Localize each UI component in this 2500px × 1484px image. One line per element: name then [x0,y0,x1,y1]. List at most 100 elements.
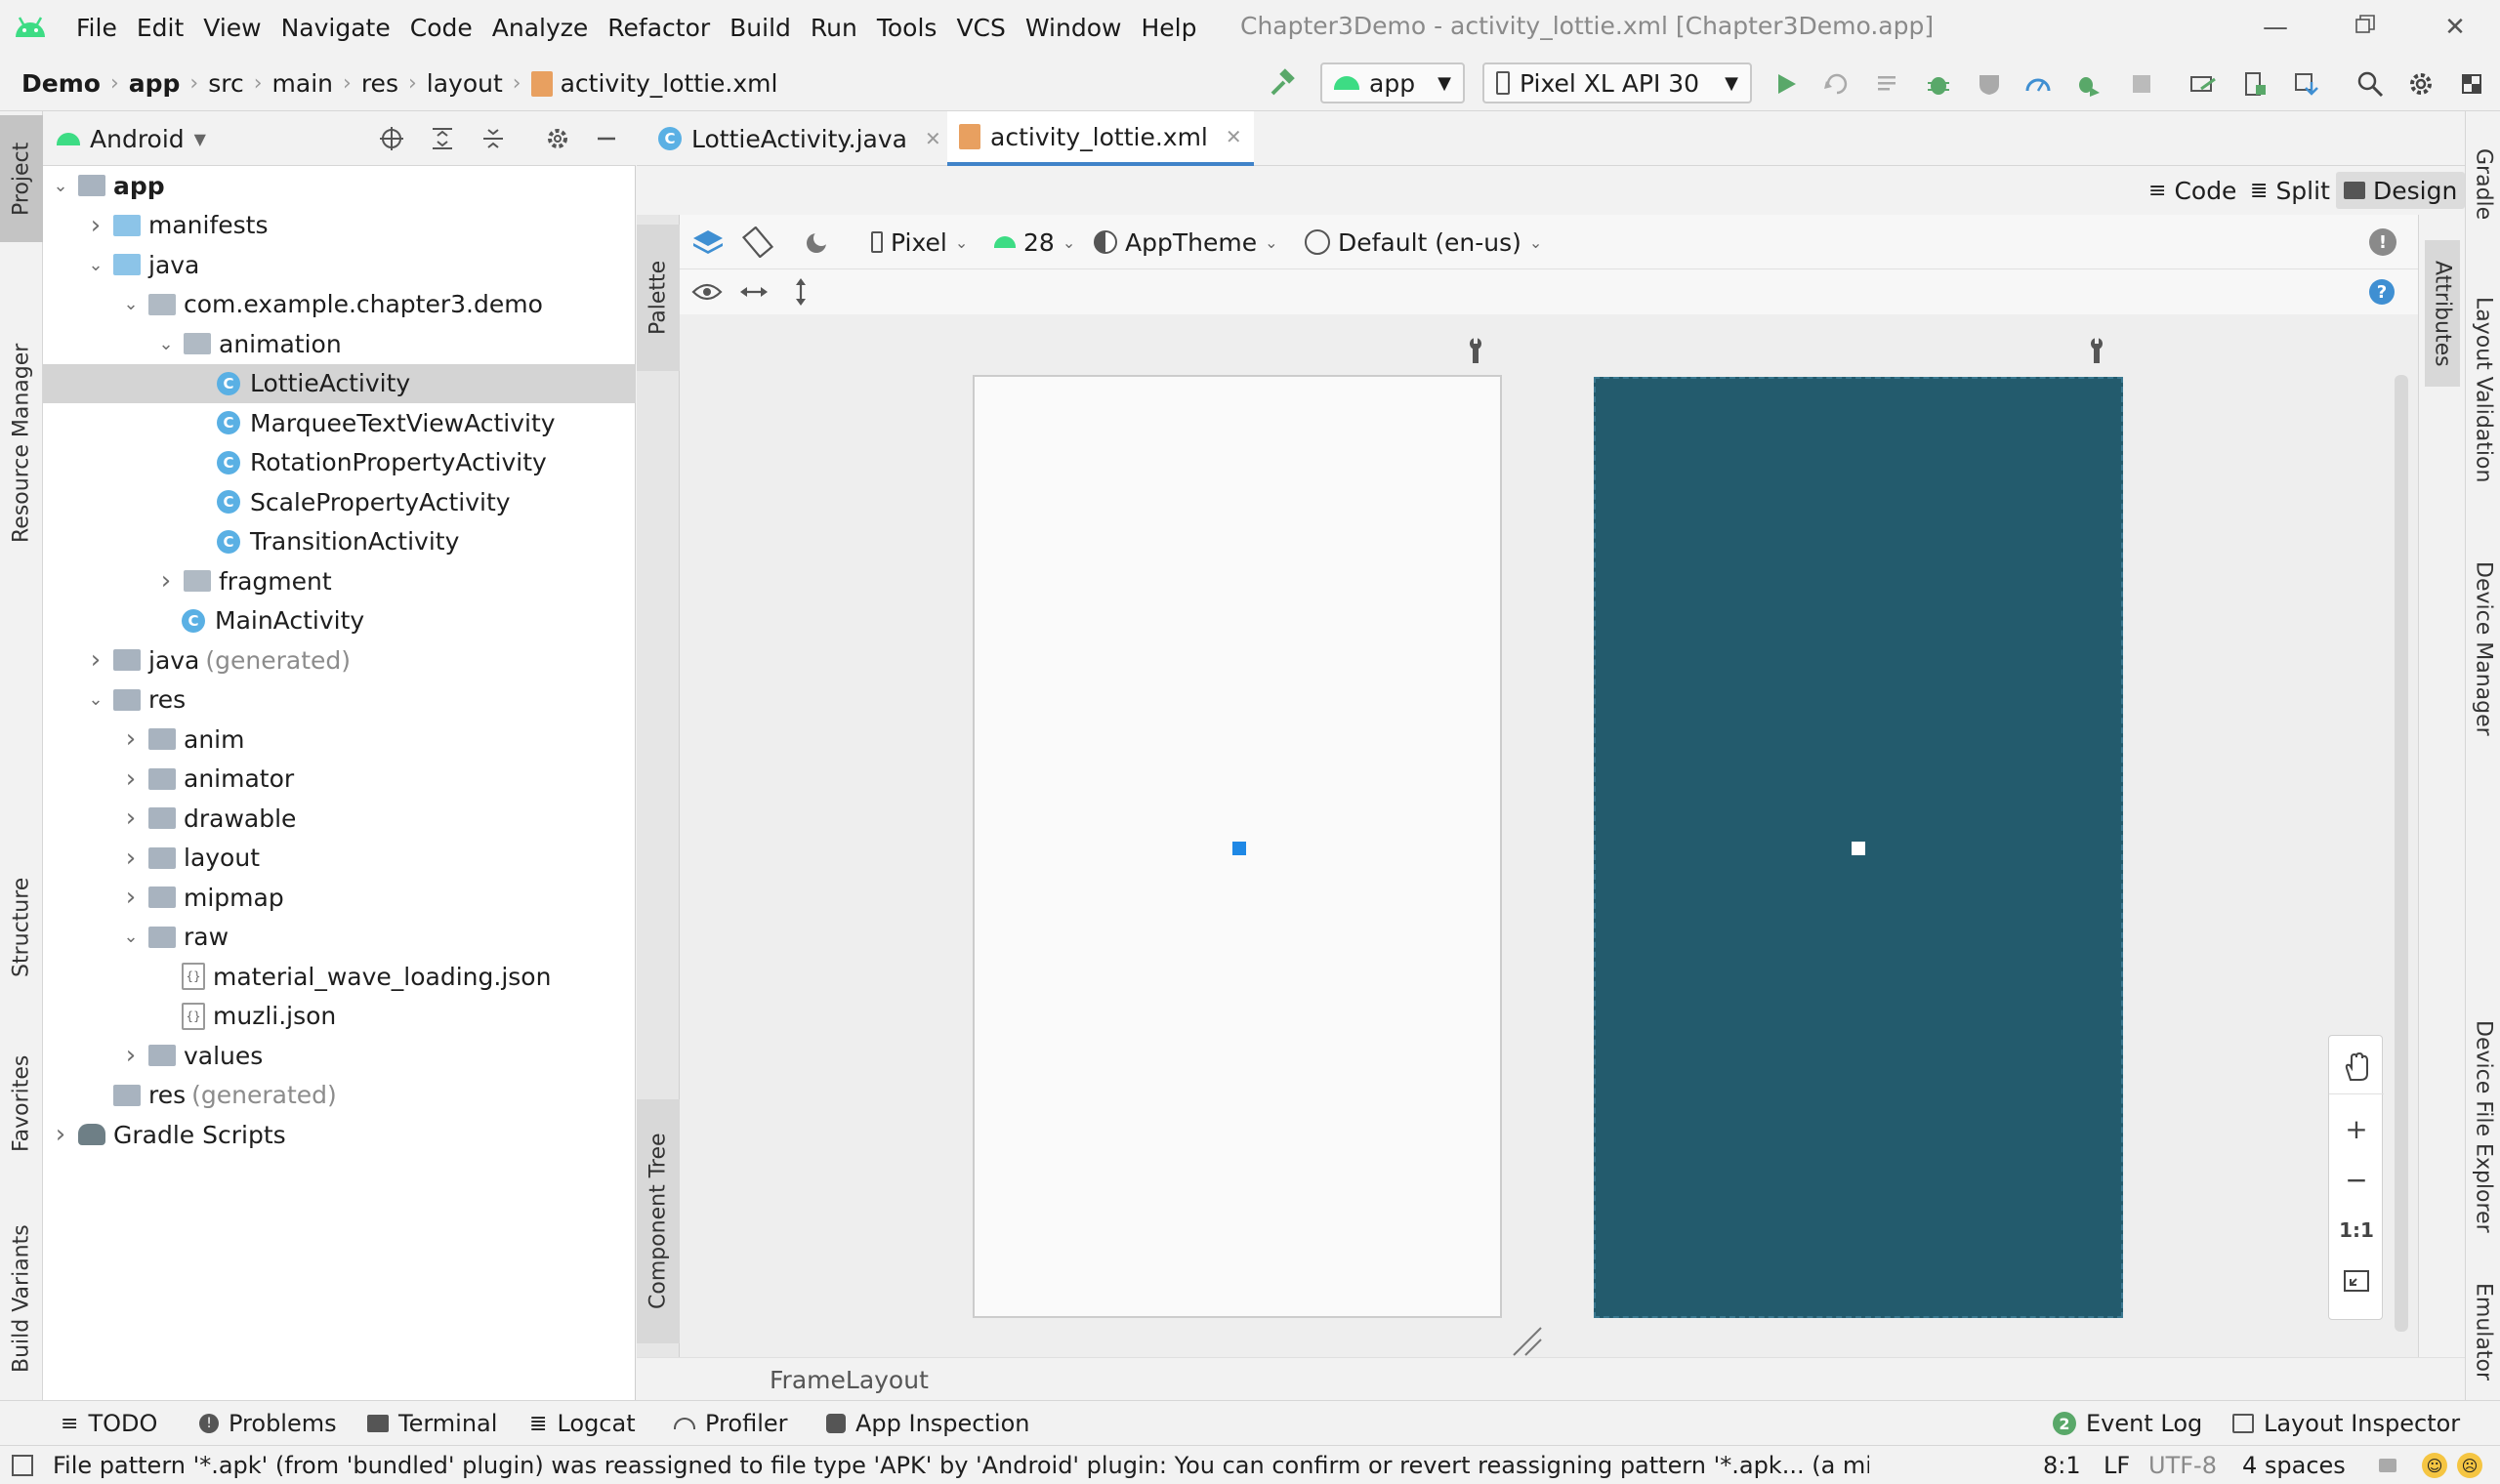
line-separator[interactable]: LF [2104,1446,2130,1484]
chevron-right-icon[interactable]: › [121,1041,141,1070]
chevron-right-icon[interactable]: › [121,844,141,873]
tab-palette[interactable]: Palette [637,225,680,371]
tab-favorites[interactable]: Favorites [0,1025,43,1181]
view-mode-split[interactable]: ≣ Split [2242,172,2338,209]
menu-navigate[interactable]: Navigate [271,14,400,42]
tab-device-file-explorer[interactable]: Device File Explorer [2466,990,2500,1263]
menu-edit[interactable]: Edit [127,14,193,42]
device-selector[interactable]: Pixel ⌄ [871,215,968,269]
chevron-right-icon[interactable]: › [121,724,141,754]
tree-item[interactable]: ⌄ app [43,166,636,205]
tab-attributes[interactable]: Attributes [2425,240,2460,387]
locale-selector[interactable]: Default (en-us) ⌄ [1305,215,1542,269]
tab-activity-lottie-xml[interactable]: activity_lottie.xml ✕ [947,111,1254,166]
tree-item[interactable]: C TransitionActivity [43,522,636,561]
orientation-icon[interactable] [742,215,773,269]
debug-icon[interactable] [1922,67,1955,101]
menu-run[interactable]: Run [801,14,867,42]
settings-gear-icon[interactable] [2404,67,2438,101]
resize-vertical-icon[interactable] [789,269,812,314]
indent-setting[interactable]: 4 spaces [2242,1446,2346,1484]
view-options-eye-icon[interactable] [691,269,723,314]
chevron-down-icon[interactable]: ⌄ [86,689,105,710]
sad-face-icon[interactable]: ☹ [2457,1446,2482,1484]
device-dropdown[interactable]: Pixel XL API 30 ▼ [1482,62,1752,103]
chevron-down-icon[interactable]: ⌄ [156,334,176,354]
tree-item[interactable]: res (generated) [43,1076,636,1115]
tree-item[interactable]: C LottieActivity [43,363,636,403]
device-manager-icon[interactable] [2188,67,2221,101]
menu-view[interactable]: View [193,14,271,42]
profile-icon[interactable] [2021,67,2055,101]
sdk-manager-icon[interactable] [2289,67,2322,101]
close-window-icon[interactable]: ✕ [2436,8,2475,47]
collapse-all-icon[interactable] [477,122,510,155]
menu-file[interactable]: File [66,14,127,42]
tree-item[interactable]: › layout [43,839,636,878]
tree-item[interactable]: ⌄ raw [43,918,636,957]
tree-item[interactable]: › fragment [43,561,636,600]
apply-changes-icon[interactable] [1820,67,1854,101]
breadcrumb-src[interactable]: src [208,69,244,98]
breadcrumb-project[interactable]: Demo [21,69,101,98]
tab-structure[interactable]: Structure [0,849,43,1006]
tab-lottie-activity-java[interactable]: C LottieActivity.java ✕ [646,111,953,166]
stop-icon[interactable] [2125,67,2158,101]
run-icon[interactable] [1770,67,1803,101]
tree-item[interactable]: C ScalePropertyActivity [43,482,636,521]
close-tab-icon[interactable]: ✕ [925,127,941,150]
locate-icon[interactable] [375,122,408,155]
chevron-down-icon[interactable]: ⌄ [121,294,141,314]
wrench-icon[interactable] [1467,336,1484,365]
menu-analyze[interactable]: Analyze [482,14,599,42]
expand-all-icon[interactable] [426,122,459,155]
toggle-tool-windows-icon[interactable] [12,1446,33,1484]
menu-tools[interactable]: Tools [867,14,947,42]
tab-layout-validation[interactable]: Layout Validation [2466,277,2500,502]
tool-profiler[interactable]: Profiler [674,1401,788,1446]
file-encoding[interactable]: UTF-8 [2148,1446,2217,1484]
chevron-down-icon[interactable]: ⌄ [86,255,105,275]
tree-item[interactable]: {} muzli.json [43,997,636,1036]
selected-view-handle[interactable] [1232,842,1246,855]
tree-item[interactable]: ⌄ com.example.chapter3.demo [43,285,636,324]
theme-selector[interactable]: AppTheme ⌄ [1094,215,1277,269]
tab-device-manager[interactable]: Device Manager [2466,541,2500,756]
design-preview-screen[interactable] [973,375,1502,1318]
canvas-scrollbar[interactable] [2395,375,2408,1332]
menu-vcs[interactable]: VCS [946,14,1015,42]
tool-app-inspection[interactable]: App Inspection [826,1401,1029,1446]
tree-item[interactable]: ⌄ res [43,680,636,720]
run-config-dropdown[interactable]: app ▼ [1320,62,1465,103]
view-mode-code[interactable]: ≡ Code [2141,172,2244,209]
tool-event-log[interactable]: 2 Event Log [2053,1401,2202,1446]
tree-item[interactable]: › animator [43,760,636,799]
tree-item[interactable]: C MainActivity [43,601,636,640]
tab-project[interactable]: Project [0,115,43,242]
project-view-selector[interactable]: Android ▼ [57,111,206,166]
tool-problems[interactable]: ! Problems [199,1401,337,1446]
lock-icon[interactable] [2379,1446,2396,1484]
tool-layout-inspector[interactable]: Layout Inspector [2232,1401,2460,1446]
zoom-out-icon[interactable]: − [2329,1155,2384,1204]
tab-build-variants[interactable]: Build Variants [0,1201,43,1396]
warning-icon[interactable]: ! [2369,215,2396,269]
tree-item[interactable]: › Gradle Scripts [43,1115,636,1154]
chevron-right-icon[interactable]: › [121,883,141,912]
menu-window[interactable]: Window [1016,14,1132,42]
gear-icon[interactable] [541,122,574,155]
minimize-icon[interactable]: — [2256,8,2295,47]
menu-build[interactable]: Build [720,14,801,42]
blueprint-view-handle[interactable] [1852,842,1865,855]
resize-horizontal-icon[interactable] [738,269,770,314]
breadcrumb-module[interactable]: app [129,69,181,98]
wrench-icon[interactable] [2088,336,2105,365]
chevron-down-icon[interactable]: ⌄ [51,176,70,196]
zoom-actual-size-button[interactable]: 1:1 [2329,1206,2384,1255]
smiley-icon[interactable]: ☺ [2422,1446,2447,1484]
night-mode-icon[interactable] [803,215,832,269]
zoom-in-icon[interactable]: + [2329,1104,2384,1153]
design-surface-icon[interactable] [691,215,725,269]
help-icon[interactable]: ? [2369,269,2395,314]
coverage-icon[interactable] [1973,67,2006,101]
